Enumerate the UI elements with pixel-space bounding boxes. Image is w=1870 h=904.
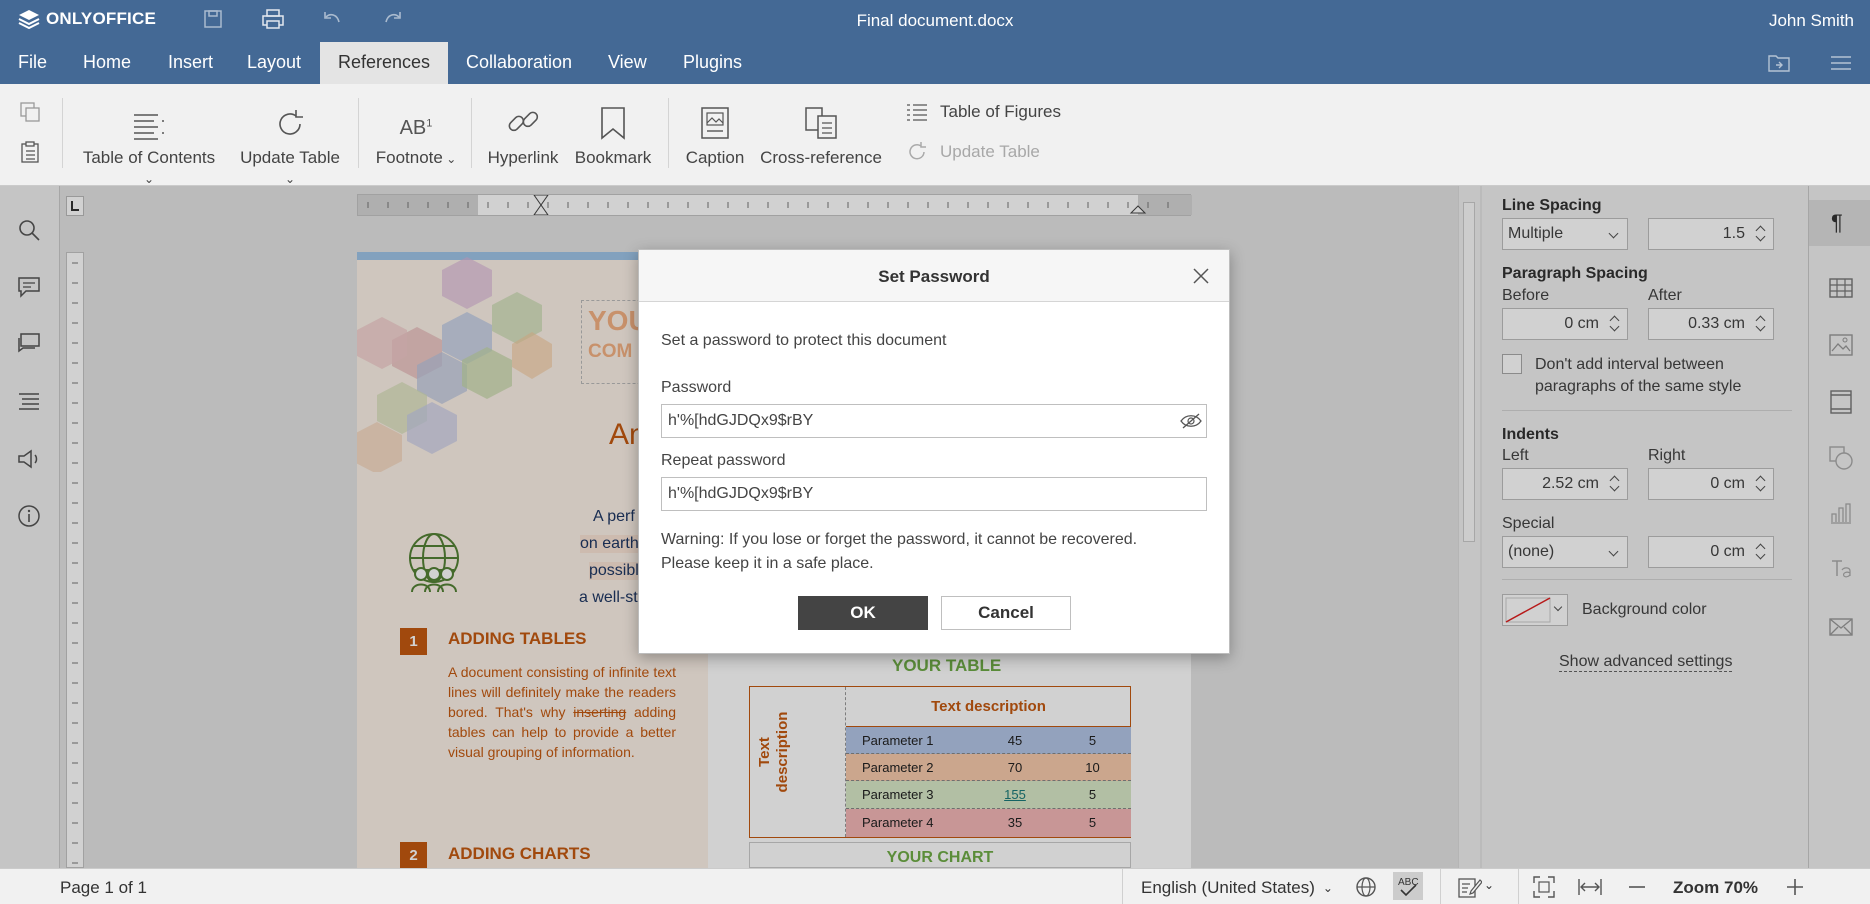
menu-bar: File Home Insert Layout References Colla… [0, 42, 1870, 84]
tab-references[interactable]: References [320, 42, 448, 84]
warning-line-1: Warning: If you lose or forget the passw… [661, 531, 1138, 548]
bookmark-icon [601, 107, 625, 140]
copy-icon[interactable] [20, 102, 42, 122]
table-of-contents-button[interactable]: Table of Contents ⌄ [78, 100, 220, 188]
table-of-figures-icon [907, 104, 927, 121]
refresh-icon [279, 110, 303, 135]
footnote-button[interactable]: AB1 Footnote ⌄ [374, 100, 458, 168]
table-of-figures-label: Table of Figures [940, 102, 1061, 121]
toc-label: Table of Contents [82, 148, 216, 167]
tab-plugins[interactable]: Plugins [665, 42, 760, 84]
password-value: h'%[hdGJDQx9$rBY [668, 412, 814, 429]
zoom-out-icon[interactable] [1627, 877, 1647, 897]
link-icon [508, 111, 539, 132]
bookmark-button[interactable]: Bookmark [572, 100, 654, 168]
tab-layout[interactable]: Layout [229, 42, 319, 84]
password-input[interactable]: h'%[hdGJDQx9$rBY [661, 404, 1207, 438]
tab-file[interactable]: File [0, 42, 65, 84]
title-bar: ONLYOFFICE Final document.docx John Smit… [0, 0, 1870, 42]
page-info[interactable]: Page 1 of 1 [60, 878, 147, 898]
password-label: Password [661, 379, 732, 396]
spellcheck-toggle[interactable]: ABC [1393, 872, 1423, 900]
tab-home[interactable]: Home [65, 42, 149, 84]
close-icon[interactable] [1192, 267, 1210, 285]
warning-line-2: Please keep it in a safe place. [661, 555, 874, 572]
toc-icon [134, 114, 164, 140]
track-changes-chevron-icon[interactable]: ⌄ [1484, 878, 1494, 892]
caption-button[interactable]: Caption [682, 100, 748, 168]
footnote-icon: AB1 [399, 117, 433, 139]
tab-view[interactable]: View [590, 42, 665, 84]
hamburger-menu-icon[interactable] [1830, 55, 1852, 71]
ribbon-toolbar: Table of Contents ⌄ Update Table ⌄ AB1 F… [0, 84, 1870, 186]
doc-language-icon[interactable] [1355, 876, 1377, 898]
user-name[interactable]: John Smith [1769, 11, 1854, 31]
caption-label: Caption [685, 148, 745, 167]
update-table-label: Update Table [240, 148, 340, 167]
tab-insert[interactable]: Insert [150, 42, 231, 84]
set-password-dialog: Set Password Set a password to protect t… [638, 249, 1230, 654]
caption-icon [701, 107, 729, 139]
chevron-down-icon: ⌄ [1322, 881, 1333, 895]
repeat-password-value: h'%[hdGJDQx9$rBY [668, 485, 814, 502]
document-title: Final document.docx [856, 11, 1014, 30]
fit-to-width-icon[interactable] [1578, 878, 1602, 896]
dialog-description: Set a password to protect this document [661, 332, 947, 349]
update-figures-button[interactable]: Update Table [906, 141, 1040, 163]
repeat-password-input[interactable]: h'%[hdGJDQx9$rBY [661, 477, 1207, 511]
track-changes-icon[interactable] [1458, 876, 1482, 898]
cross-reference-button[interactable]: Cross-reference [758, 100, 884, 168]
dialog-header: Set Password [639, 250, 1229, 302]
hide-password-icon[interactable] [1180, 413, 1202, 429]
footnote-label: Footnote [375, 148, 443, 167]
language-value: English (United States) [1141, 878, 1315, 897]
warning-text: Warning: If you lose or forget the passw… [661, 528, 1137, 576]
update-figures-label: Update Table [940, 142, 1040, 161]
cross-reference-icon [805, 107, 837, 139]
language-selector[interactable]: English (United States) ⌄ [1141, 878, 1333, 898]
update-table-button[interactable]: Update Table ⌄ [234, 100, 346, 188]
table-of-figures-button[interactable]: Table of Figures [906, 102, 1061, 122]
bookmark-label: Bookmark [574, 148, 652, 167]
paste-icon[interactable] [20, 141, 42, 163]
tab-collaboration[interactable]: Collaboration [448, 42, 590, 84]
open-location-icon[interactable] [1768, 54, 1790, 72]
dialog-title: Set Password [878, 267, 990, 286]
fit-to-page-icon[interactable] [1533, 876, 1555, 898]
hyperlink-button[interactable]: Hyperlink [486, 100, 560, 168]
cross-reference-label: Cross-reference [760, 148, 882, 167]
cancel-button[interactable]: Cancel [941, 596, 1071, 630]
spellcheck-icon: ABC [1398, 877, 1419, 897]
zoom-level: Zoom 70% [1673, 878, 1759, 897]
zoom-in-icon[interactable] [1785, 877, 1805, 897]
repeat-password-label: Repeat password [661, 452, 786, 469]
status-bar: Page 1 of 1 English (United States) ⌄ AB… [0, 868, 1870, 904]
hyperlink-label: Hyperlink [487, 148, 559, 167]
refresh-disabled-icon [909, 142, 926, 160]
ok-button[interactable]: OK [798, 596, 928, 630]
